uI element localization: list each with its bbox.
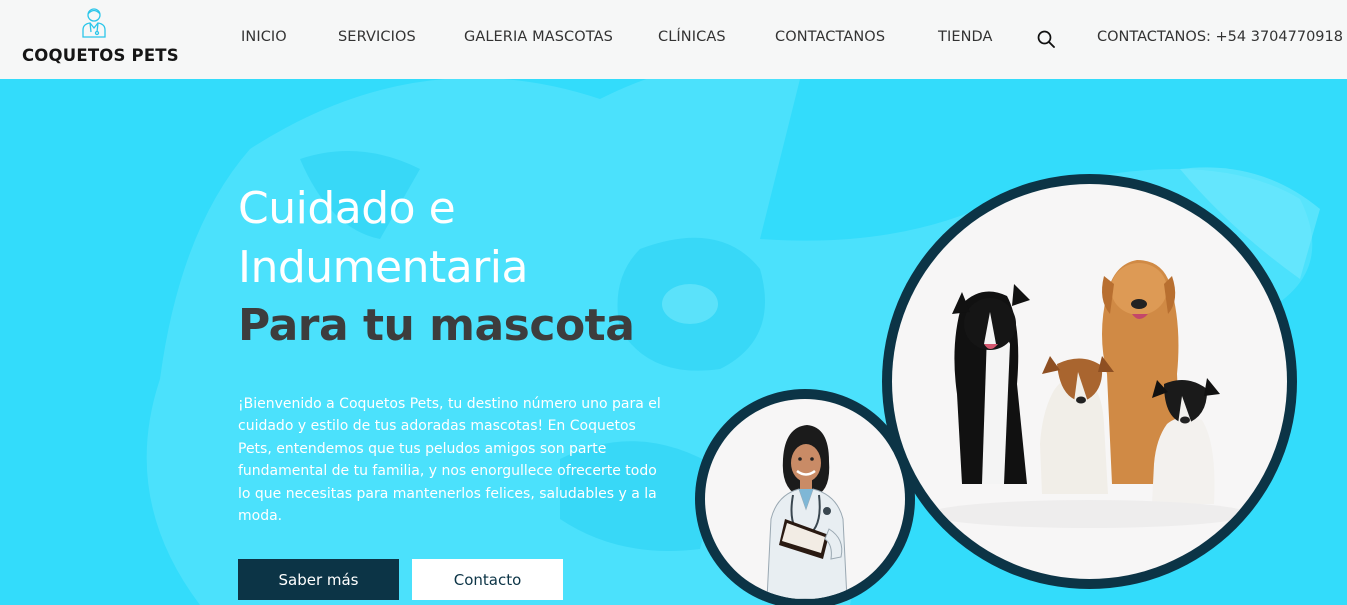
hero-title-line-1: Cuidado e xyxy=(238,183,456,234)
dogs-illustration xyxy=(929,260,1249,528)
veterinarian-illustration xyxy=(766,425,848,599)
nav-item-galeria-mascotas[interactable]: GALERIA MASCOTAS xyxy=(464,29,613,45)
veterinarian-icon xyxy=(82,8,106,38)
veterinarian-image-circle xyxy=(695,389,915,605)
border-collie xyxy=(952,284,1030,484)
nav-item-servicios[interactable]: SERVICIOS xyxy=(338,29,416,45)
site-header: COQUETOS PETS INICIO SERVICIOS GALERIA M… xyxy=(0,0,1347,79)
brand-name: COQUETOS PETS xyxy=(22,46,179,65)
nav-item-contactanos[interactable]: CONTACTANOS xyxy=(775,29,885,45)
nav-item-tienda[interactable]: TIENDA xyxy=(938,29,993,45)
hero-title-line-2: Indumentaria xyxy=(238,242,529,293)
contacto-button[interactable]: Contacto xyxy=(412,559,563,600)
hero-section: Cuidado e Indumentaria Para tu mascota ¡… xyxy=(0,79,1347,605)
hero-intro-text: ¡Bienvenido a Coquetos Pets, tu destino … xyxy=(238,396,661,525)
nav-item-inicio[interactable]: INICIO xyxy=(241,29,287,45)
hero-title-strong: Para tu mascota xyxy=(238,300,635,351)
brand-logo[interactable]: COQUETOS PETS xyxy=(22,6,179,72)
dogs-image-circle xyxy=(882,174,1297,589)
header-contact-phone[interactable]: CONTACTANOS: +54 3704770918 xyxy=(1097,29,1343,45)
saber-mas-button[interactable]: Saber más xyxy=(238,559,399,600)
search-icon[interactable] xyxy=(1036,29,1056,49)
jack-russell-brown xyxy=(1040,356,1114,494)
nav-item-clinicas[interactable]: CLÍNICAS xyxy=(658,29,726,45)
